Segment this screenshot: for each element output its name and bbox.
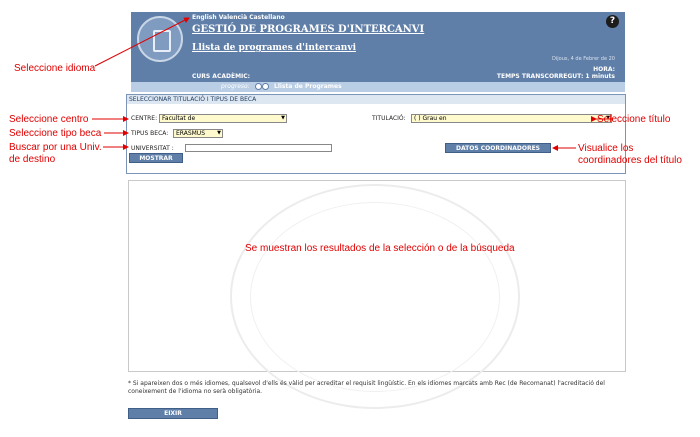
arrow-language [94,17,190,67]
annotation-arrows [92,17,613,151]
